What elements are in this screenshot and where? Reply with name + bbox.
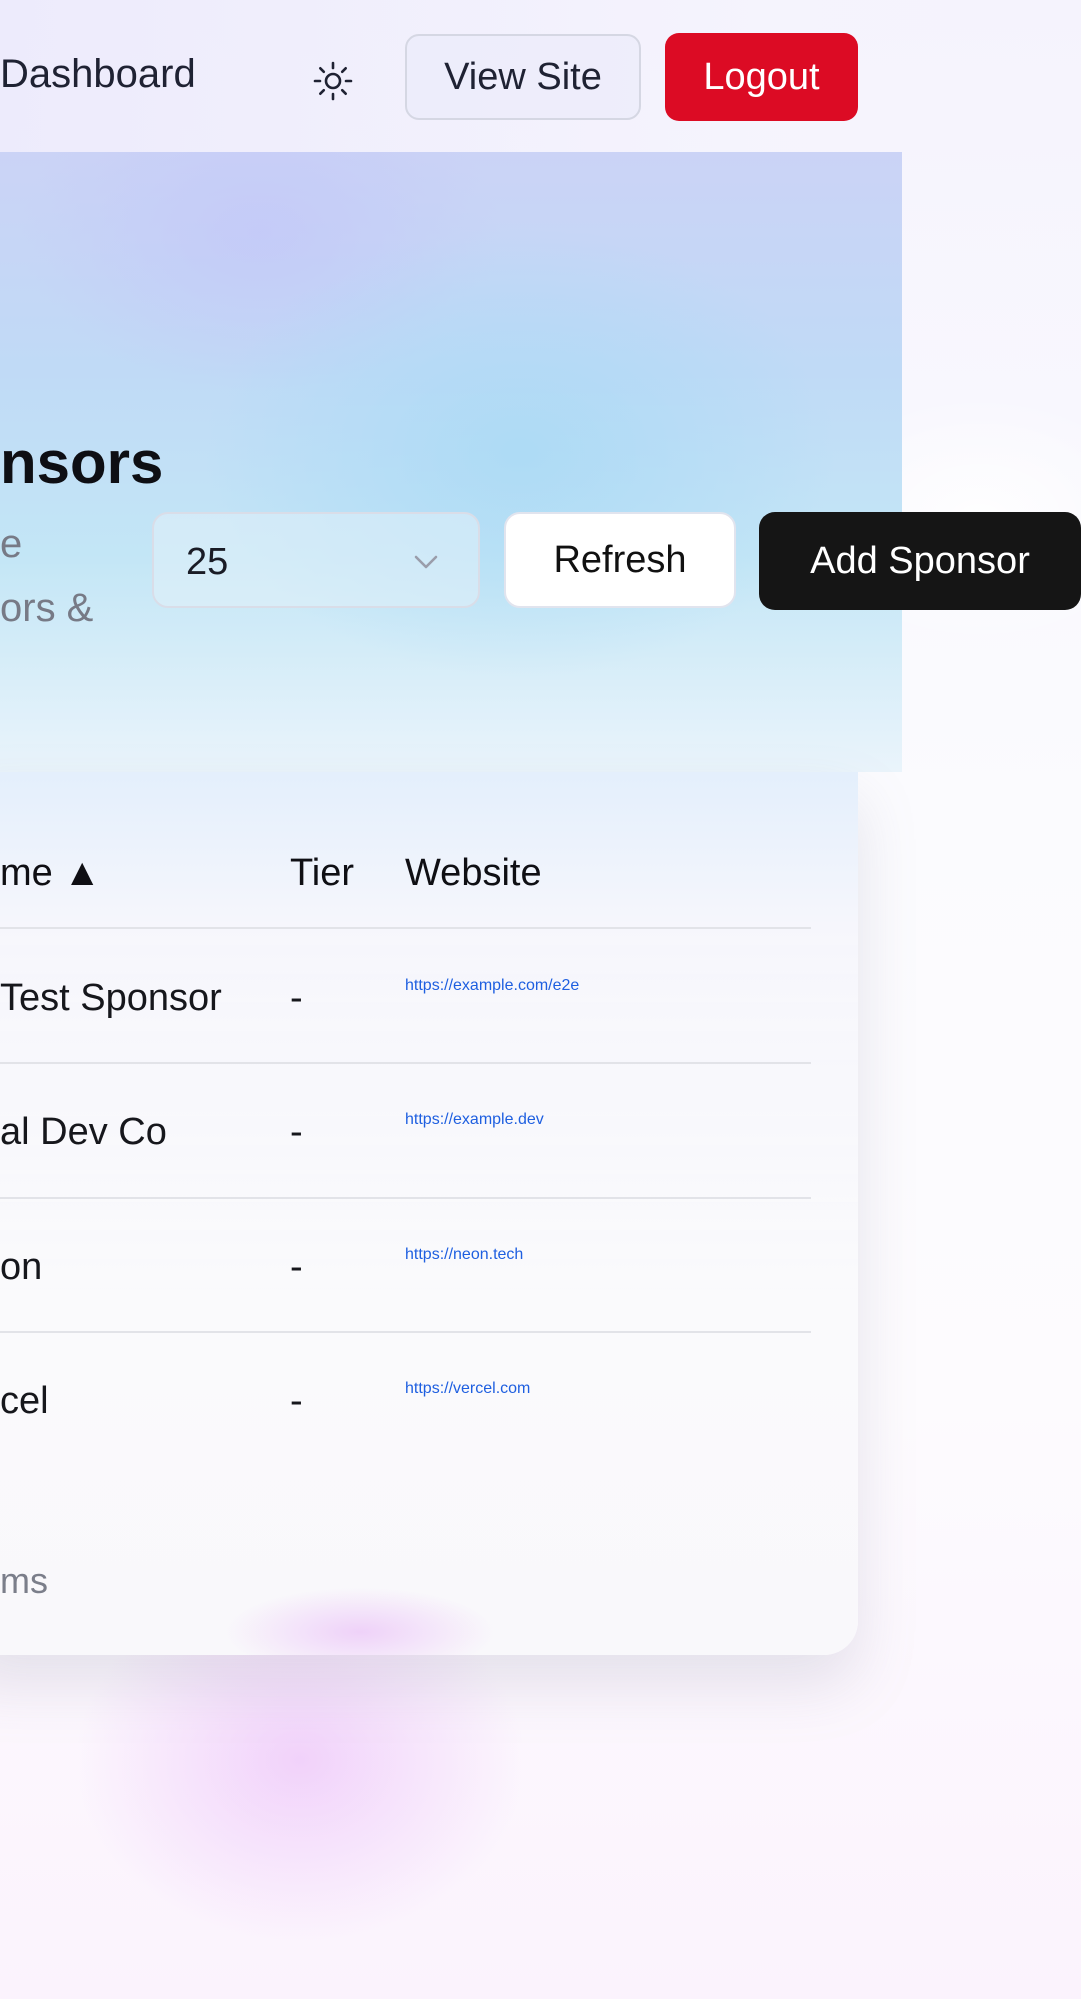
- page-size-value: 25: [186, 541, 229, 583]
- website-link[interactable]: https://example.com/e2e: [405, 977, 579, 994]
- sun-icon: [313, 61, 353, 101]
- website-link[interactable]: https://vercel.com: [405, 1380, 530, 1397]
- top-bar: Dashboard View Site Logout: [0, 0, 1081, 152]
- page-description: e ors &: [0, 522, 94, 630]
- row-divider: [0, 1197, 811, 1199]
- table-row-website-cell: https://neon.tech: [405, 1246, 811, 1264]
- table-footer-count: ms: [0, 1560, 48, 1601]
- table-row-name: al Dev Co: [0, 1111, 167, 1153]
- table-row-name: on: [0, 1246, 43, 1288]
- logout-button[interactable]: Logout: [665, 33, 858, 121]
- table-row-tier: -: [290, 977, 303, 1019]
- refresh-button[interactable]: Refresh: [504, 512, 736, 608]
- brand-title: Dashboard: [0, 52, 196, 96]
- header-divider: [0, 927, 811, 929]
- table-row-name: Test Sponsor: [0, 977, 222, 1019]
- table-row-tier: -: [290, 1246, 303, 1288]
- column-header-website[interactable]: Website: [405, 852, 542, 895]
- table-row-website-cell: https://example.dev: [405, 1111, 811, 1129]
- theme-toggle-button[interactable]: [305, 53, 361, 109]
- table-row-tier: -: [290, 1111, 303, 1153]
- row-divider: [0, 1062, 811, 1064]
- column-header-name[interactable]: me ▲: [0, 852, 101, 895]
- add-sponsor-button[interactable]: Add Sponsor: [759, 512, 1081, 610]
- view-site-button[interactable]: View Site: [405, 34, 641, 120]
- table-row-website-cell: https://example.com/e2e: [405, 977, 811, 995]
- table-row-name: cel: [0, 1380, 49, 1422]
- sponsors-table-card: [0, 772, 858, 1655]
- table-row-tier: -: [290, 1380, 303, 1422]
- chevron-down-icon: [414, 555, 438, 569]
- website-link[interactable]: https://neon.tech: [405, 1246, 523, 1263]
- table-row-website-cell: https://vercel.com: [405, 1380, 811, 1398]
- row-divider: [0, 1331, 811, 1333]
- column-header-tier[interactable]: Tier: [290, 852, 354, 895]
- page-size-select[interactable]: 25: [152, 512, 480, 608]
- page-title: nsors: [0, 429, 164, 496]
- website-link[interactable]: https://example.dev: [405, 1111, 544, 1128]
